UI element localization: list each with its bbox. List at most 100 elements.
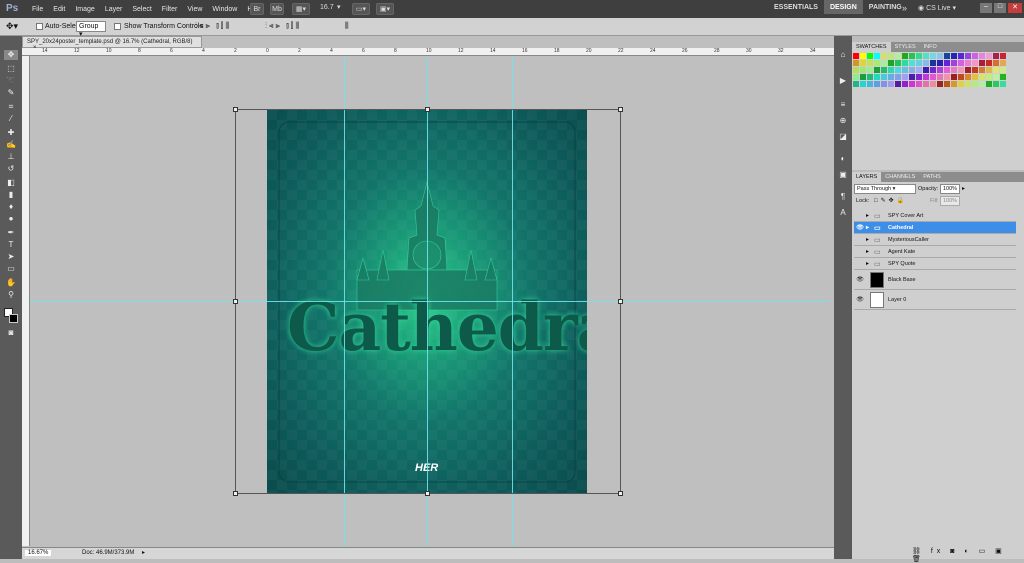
move-tool-preset-icon[interactable]: ✥▾ — [6, 21, 18, 32]
layer-row[interactable]: 👁 Black Base — [854, 270, 1016, 290]
workspace-essentials[interactable]: ESSENTIALS — [768, 0, 824, 14]
actions-icon[interactable]: ▶ — [837, 76, 849, 86]
color-swatch[interactable] — [853, 53, 859, 59]
color-swatch[interactable] — [867, 74, 873, 80]
tab-layers[interactable]: LAYERS — [852, 172, 882, 182]
align-icons[interactable]: ⫶⫷⫸ ⫾⫿⫼ — [195, 21, 231, 31]
color-swatch[interactable] — [951, 81, 957, 87]
tab-channels[interactable]: CHANNELS — [881, 172, 919, 182]
clone-source-icon[interactable]: ⊕ — [837, 116, 849, 126]
color-swatch[interactable] — [944, 81, 950, 87]
color-swatch[interactable] — [930, 67, 936, 73]
pen-tool-icon[interactable]: ✒ — [4, 228, 18, 238]
color-swatch[interactable] — [993, 67, 999, 73]
color-swatch[interactable] — [958, 74, 964, 80]
color-swatch[interactable] — [930, 53, 936, 59]
opacity-field[interactable]: 100% — [940, 184, 960, 194]
color-swatch[interactable] — [965, 67, 971, 73]
color-swatch[interactable] — [916, 53, 922, 59]
menu-image[interactable]: Image — [70, 6, 99, 13]
visibility-eye-icon[interactable]: 👁 — [854, 296, 866, 303]
menu-window[interactable]: Window — [207, 6, 242, 13]
color-swatch[interactable] — [993, 60, 999, 66]
menu-filter[interactable]: Filter — [157, 6, 183, 13]
color-swatch[interactable] — [972, 53, 978, 59]
color-swatch[interactable] — [930, 74, 936, 80]
color-swatch[interactable] — [867, 67, 873, 73]
color-swatch[interactable] — [853, 81, 859, 87]
color-swatch[interactable] — [881, 74, 887, 80]
color-swatch[interactable] — [867, 53, 873, 59]
color-swatch[interactable] — [1000, 74, 1006, 80]
color-swatch[interactable] — [1000, 81, 1006, 87]
blur-tool-icon[interactable]: ♦ — [4, 202, 18, 212]
color-swatch[interactable] — [860, 67, 866, 73]
crop-tool-icon[interactable]: ⌗ — [4, 102, 18, 112]
brush-presets-icon[interactable]: ≡ — [837, 100, 849, 110]
gradient-tool-icon[interactable]: ▮ — [4, 190, 18, 200]
layer-row[interactable]: 👁 ▸ ▭ Cathedral — [854, 222, 1016, 234]
show-transform-checkbox[interactable] — [114, 23, 121, 30]
color-swatch[interactable] — [909, 67, 915, 73]
color-swatch[interactable] — [972, 60, 978, 66]
color-swatch[interactable] — [853, 67, 859, 73]
color-swatch[interactable] — [881, 67, 887, 73]
transform-handle[interactable] — [233, 107, 238, 112]
color-swatch[interactable] — [923, 74, 929, 80]
blend-mode-dropdown[interactable]: Pass Through ▾ — [854, 184, 916, 194]
color-swatch[interactable] — [951, 60, 957, 66]
color-swatch[interactable] — [867, 81, 873, 87]
paragraph-icon[interactable]: ¶ — [837, 192, 849, 202]
color-swatch[interactable] — [860, 74, 866, 80]
color-swatch[interactable] — [874, 67, 880, 73]
shape-tool-icon[interactable]: ▭ — [4, 264, 18, 274]
color-swatch[interactable] — [965, 60, 971, 66]
color-swatch[interactable] — [930, 60, 936, 66]
eyedropper-tool-icon[interactable]: ⁄ — [4, 114, 18, 124]
menu-layer[interactable]: Layer — [100, 6, 128, 13]
color-swatch[interactable] — [888, 53, 894, 59]
expand-group-icon[interactable]: ▸ — [866, 248, 874, 255]
color-swatch[interactable] — [860, 60, 866, 66]
color-swatch[interactable] — [944, 74, 950, 80]
color-swatch[interactable] — [923, 81, 929, 87]
menu-file[interactable]: File — [27, 6, 48, 13]
layer-row[interactable]: ▸ ▭ SPY Cover Art — [854, 210, 1016, 222]
color-swatch[interactable] — [958, 60, 964, 66]
color-swatch[interactable] — [958, 81, 964, 87]
layer-row[interactable]: 👁 Layer 0 — [854, 290, 1016, 310]
layer-footer-icons[interactable]: ⛓ fx ◙ ◐ ▭ ▣ 🗑 — [912, 547, 1024, 563]
color-swatch[interactable] — [909, 74, 915, 80]
transform-handle[interactable] — [618, 107, 623, 112]
document-size[interactable]: Doc: 46.9M/373.9M — [82, 550, 134, 556]
color-swatch[interactable] — [881, 53, 887, 59]
color-swatch[interactable] — [993, 74, 999, 80]
color-swatch[interactable] — [944, 67, 950, 73]
color-swatch[interactable] — [930, 81, 936, 87]
color-swatch[interactable] — [986, 67, 992, 73]
transform-handle[interactable] — [425, 491, 430, 496]
visibility-eye-icon[interactable]: 👁 — [854, 224, 866, 231]
expand-group-icon[interactable]: ▸ — [866, 236, 874, 243]
color-swatch[interactable] — [895, 60, 901, 66]
transform-handle[interactable] — [233, 491, 238, 496]
transform-handle[interactable] — [618, 299, 623, 304]
auto-align-icon[interactable]: ⫼ — [345, 21, 349, 31]
color-swatch[interactable] — [986, 81, 992, 87]
layer-row[interactable]: ▸ ▭ MysteriousCaller — [854, 234, 1016, 246]
color-swatch[interactable] — [979, 53, 985, 59]
color-swatch[interactable] — [979, 67, 985, 73]
auto-select-checkbox[interactable] — [36, 23, 43, 30]
eraser-tool-icon[interactable]: ◧ — [4, 178, 18, 188]
swatch-grid[interactable] — [853, 53, 1013, 103]
color-swatch[interactable] — [888, 60, 894, 66]
color-swatch[interactable] — [902, 81, 908, 87]
color-swatch[interactable] — [937, 74, 943, 80]
character-icon[interactable]: A — [837, 208, 849, 218]
move-tool-icon[interactable]: ✥ — [4, 50, 18, 60]
menu-edit[interactable]: Edit — [48, 6, 70, 13]
color-swatch[interactable] — [1000, 60, 1006, 66]
color-swatch[interactable] — [986, 53, 992, 59]
healing-brush-tool-icon[interactable]: ✚ — [4, 128, 18, 138]
layer-row[interactable]: ▸ ▭ Agent Kate — [854, 246, 1016, 258]
